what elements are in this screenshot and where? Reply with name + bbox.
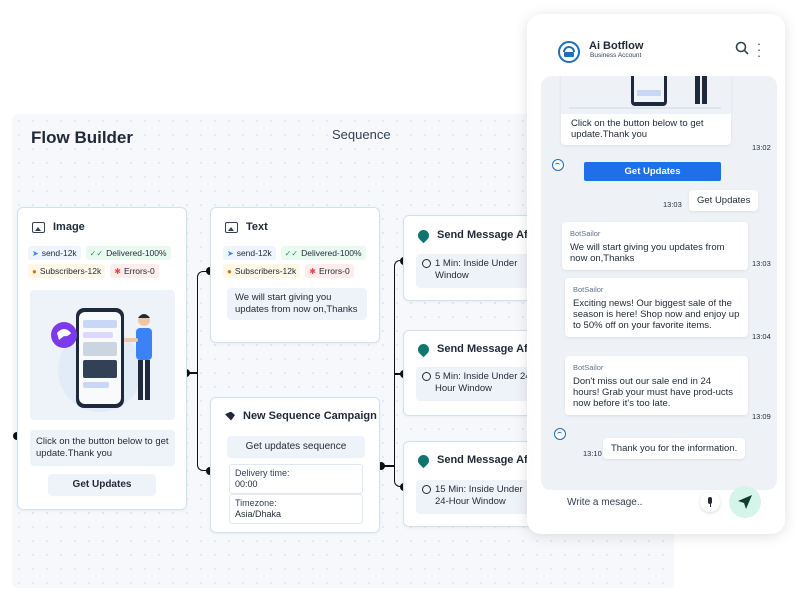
bot-avatar-small [554, 428, 566, 440]
bug-icon: ✱ [114, 266, 121, 276]
get-updates-sequence-button[interactable]: Get updates sequence [227, 436, 365, 458]
microphone-icon[interactable] [700, 492, 720, 512]
message-text: Click on the button below to get update.… [571, 118, 704, 140]
campaign-card-title: New Sequence Campaign [243, 410, 377, 422]
send-stat: ➤ send-12k [28, 246, 81, 260]
errors-stat: ✱ Errors-0 [110, 264, 159, 278]
text-card-title: Text [246, 221, 268, 233]
drop-icon [415, 341, 432, 357]
timezone-field[interactable]: Timezone: Asia/Dhaka [229, 494, 363, 524]
image-card-title: Image [53, 221, 85, 233]
campaign-illustration [30, 290, 175, 420]
message-image [561, 76, 731, 114]
flow-builder-title: Flow Builder [31, 128, 133, 147]
connector-line [384, 465, 394, 467]
clock-icon [422, 259, 431, 268]
phone-illustration-icon [51, 308, 152, 412]
send-button[interactable] [729, 486, 761, 518]
message-input[interactable]: Write a mesage.. [567, 497, 707, 508]
text-card[interactable]: Text ➤ send-12k ✓✓ Delivered-100% ● Subscri… [210, 207, 380, 343]
app-name: Ai Botflow [589, 40, 644, 52]
double-check-icon: ✓✓ [89, 248, 104, 258]
user-message-bubble: Thank you for the information. [603, 438, 746, 459]
chat-area[interactable]: Click on the button below to get update.… [541, 76, 777, 490]
message-time: 13:02 [752, 143, 771, 152]
send-icon: ➤ [227, 248, 234, 258]
send-message-card[interactable]: Send Message Afte 15 Min: Inside Under 2… [403, 441, 543, 527]
errors-stat: ✱ Errors-0 [305, 264, 354, 278]
user-message-bubble: Get Updates [689, 190, 759, 211]
sequence-campaign-card[interactable]: New Sequence Campaign Get updates sequen… [210, 397, 380, 533]
message-time: 13:03 [752, 259, 771, 268]
screen: Flow Builder Sequence Image ➤ send-12k ✓✓… [0, 0, 800, 600]
message-time: 13:04 [752, 332, 771, 341]
subscribers-stat: ● Subscribers-12k [28, 264, 106, 278]
chat-preview-phone: Ai Botflow Business Account · · · Click on… [527, 14, 785, 534]
more-icon[interactable]: · · · [756, 37, 762, 62]
image-caption: Click on the button below to get update.… [30, 430, 175, 466]
drop-icon [415, 227, 432, 243]
send-message-card[interactable]: Send Message Afte 5 Min: Inside Under 24… [403, 330, 543, 416]
bot-message-bubble: BotSailor Exciting news! Our biggest sal… [565, 278, 748, 337]
paint-bucket-icon [225, 411, 235, 421]
bot-icon [563, 46, 575, 57]
message-time: 13:09 [752, 412, 771, 421]
bot-avatar [558, 41, 580, 63]
subscribers-stat: ● Subscribers-12k [223, 264, 301, 278]
send-icon: ➤ [32, 248, 39, 258]
double-check-icon: ✓✓ [284, 248, 299, 258]
image-message-bubble: Click on the button below to get update.… [561, 76, 731, 145]
bot-message-bubble: BotSailor We will start giving you updat… [562, 222, 748, 270]
user-icon: ● [227, 266, 232, 276]
delivered-stat: ✓✓ Delivered-100% [85, 246, 171, 260]
drop-icon [415, 452, 432, 468]
message-time: 13:10 [583, 449, 602, 458]
send-icon [738, 495, 752, 509]
app-subtitle: Business Account [590, 52, 642, 59]
clock-icon [422, 372, 431, 381]
get-updates-button[interactable]: Get Updates [48, 474, 156, 496]
bot-message-bubble: BotSailor Don't miss out our sale end in… [565, 356, 748, 415]
send-stat: ➤ send-12k [223, 246, 276, 260]
send-message-card[interactable]: Send Message Afte 1 Min: Inside Under Wi… [403, 215, 543, 301]
connector-line [197, 271, 211, 471]
search-icon[interactable] [735, 41, 749, 55]
sequence-title: Sequence [332, 127, 391, 142]
delivered-stat: ✓✓ Delivered-100% [280, 246, 366, 260]
image-card[interactable]: Image ➤ send-12k ✓✓ Delivered-100% ● Subscr… [17, 207, 187, 510]
bug-icon: ✱ [309, 266, 316, 276]
user-icon: ● [32, 266, 37, 276]
get-updates-chat-button[interactable]: Get Updates [584, 162, 721, 181]
image-icon [225, 221, 238, 233]
message-time: 13:03 [663, 200, 682, 209]
clock-icon [422, 485, 431, 494]
text-message: We will start giving you updates from no… [227, 288, 367, 320]
image-icon [32, 221, 45, 233]
bot-avatar-small [552, 159, 564, 171]
delivery-time-field[interactable]: Delivery time: 00:00 [229, 464, 363, 494]
